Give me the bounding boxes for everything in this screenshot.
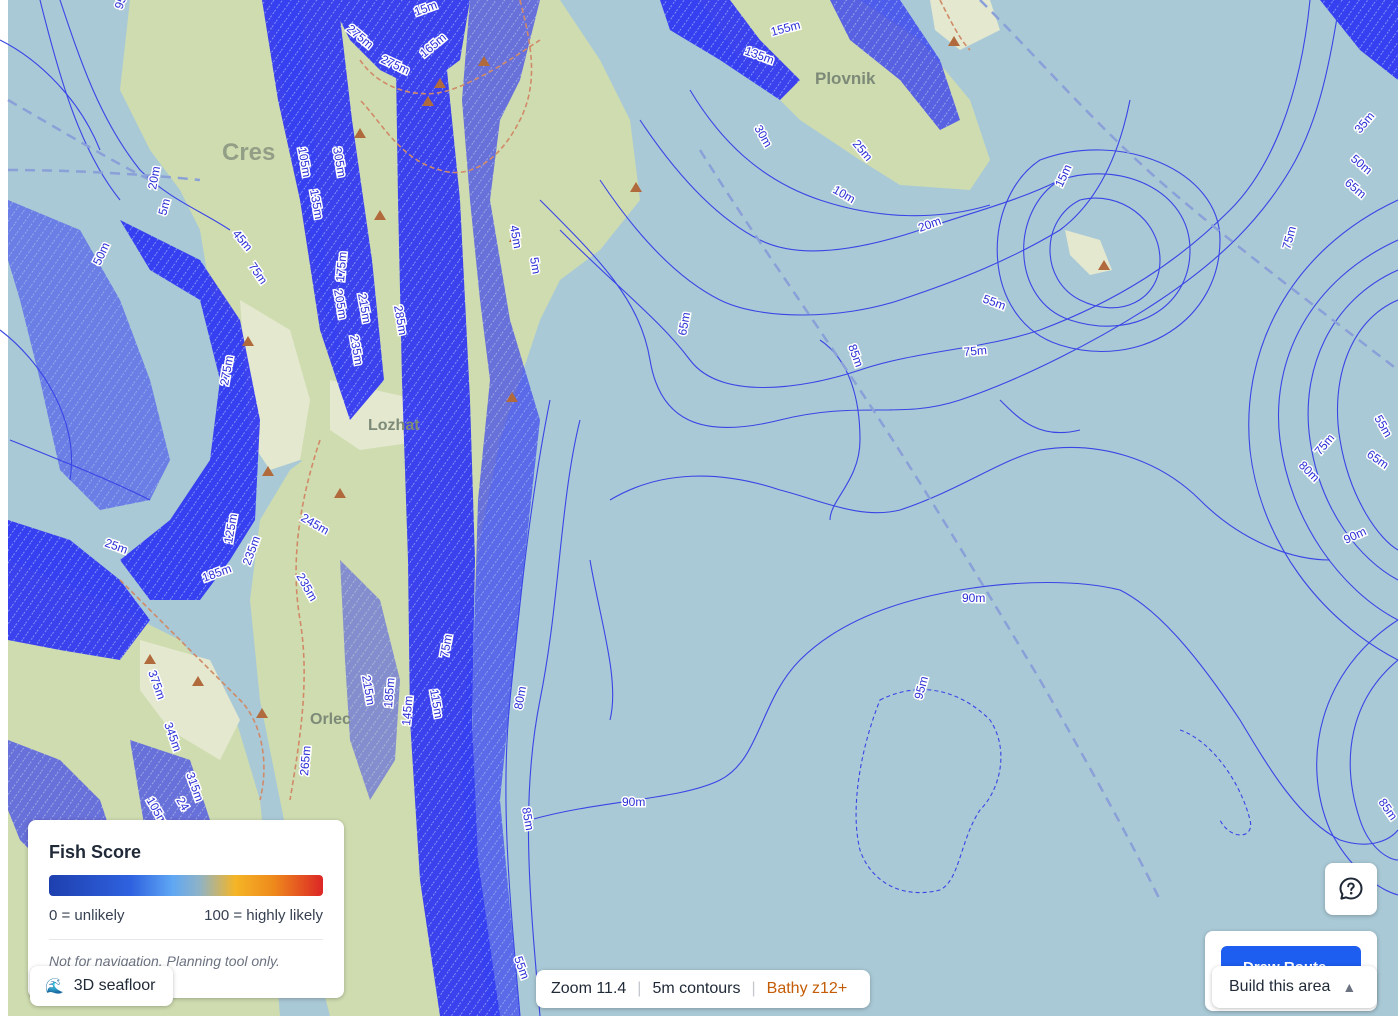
bathymetry-zoom-notice: Bathy z12+ (766, 980, 848, 997)
contour-label: 185m (381, 677, 398, 708)
caret-up-icon: ▲ (1342, 979, 1357, 995)
build-area-label: Build this area (1229, 978, 1331, 995)
contour-label: 90m (962, 591, 985, 605)
status-separator: | (637, 980, 642, 997)
help-button[interactable] (1325, 863, 1377, 915)
place-label-cres: Cres (222, 139, 275, 166)
map-status-bar: Zoom 11.4 | 5m contours | Bathy z12+ (536, 970, 870, 1008)
place-label-plovnik: Plovnik (815, 69, 876, 88)
place-label-lozhat: Lozhat (368, 417, 420, 434)
3d-seafloor-button[interactable]: 🌊 3D seafloor (30, 966, 173, 1006)
status-separator: | (751, 980, 756, 997)
wave-icon: 🌊 (45, 978, 64, 995)
place-label-orlec: Orlec (310, 711, 351, 728)
build-area-button[interactable]: Build this area ▲ (1212, 966, 1377, 1008)
contour-label: 5m (527, 256, 544, 275)
contour-label: 265m (297, 745, 314, 776)
legend-title: Fish Score (49, 842, 142, 862)
legend-min-label: 0 = unlikely (49, 907, 125, 924)
legend-scale: 0 = unlikely 100 = highly likely (49, 907, 323, 924)
zoom-level: Zoom 11.4 (551, 980, 627, 997)
3d-seafloor-label: 3D seafloor (73, 977, 156, 994)
legend-divider (49, 939, 323, 940)
contour-label: 175m (333, 251, 350, 282)
contour-label: 75m (963, 343, 987, 359)
contour-interval: 5m contours (652, 980, 741, 997)
help-chat-icon (1339, 877, 1363, 900)
contour-label: 145m (399, 695, 416, 726)
legend-gradient-bar (49, 875, 323, 896)
contour-label: 90m (622, 795, 645, 809)
legend-max-label: 100 = highly likely (204, 907, 323, 924)
